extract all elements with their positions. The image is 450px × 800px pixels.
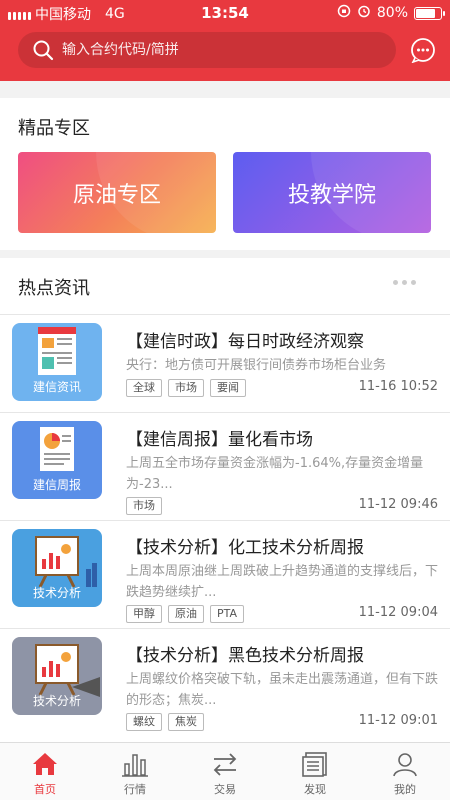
thumbnail-label: 建信周报: [32, 478, 81, 492]
alarm-icon: [357, 4, 371, 22]
news-title: 【建信周报】量化看市场: [126, 430, 313, 450]
tag[interactable]: 市场: [168, 379, 204, 397]
investor-education-card-label: 投教学院: [287, 182, 376, 208]
tab-label: 我的: [394, 783, 416, 796]
rotation-lock-icon: [337, 4, 351, 22]
tag[interactable]: PTA: [210, 605, 245, 623]
tab-mine[interactable]: 我的: [360, 743, 450, 800]
news-item[interactable]: 技术分析 【技术分析】化工技术分析周报 上周本周原油继上周跌破上升趋势通道的支撑…: [0, 520, 450, 628]
tag-list: 全球 市场 要闻: [126, 379, 246, 397]
news-summary: 上周五全市场存量资金涨幅为-1.64%,存量资金增量为-23...: [126, 456, 424, 492]
search-input[interactable]: [62, 42, 362, 58]
battery-percent: 80%: [376, 5, 408, 21]
tag[interactable]: 原油: [168, 605, 204, 623]
news-time: 11-16 10:52: [358, 379, 438, 394]
more-icon[interactable]: [393, 280, 416, 285]
section-title-premium: 精品专区: [18, 118, 90, 139]
message-icon[interactable]: [410, 37, 436, 63]
hot-news-section: 热点资讯 建信资讯 【建信时政】每日时政经济观察 央行：地方债可开展银行间债券市…: [0, 258, 450, 742]
tab-label: 首页: [34, 783, 56, 796]
news-summary: 上周本周原油继上周跌破上升趋势通道的支撑线后，下跌趋势继续扩...: [126, 564, 438, 600]
section-title-news: 热点资讯: [18, 278, 90, 299]
crude-oil-card-label: 原油专区: [72, 182, 161, 208]
thumbnail-label: 技术分析: [32, 586, 81, 600]
news-thumbnail: 建信资讯: [12, 323, 102, 401]
search-bar[interactable]: [18, 32, 396, 68]
news-time: 11-12 09:04: [358, 605, 438, 620]
app-header: 中国移动 4G 13:54 80%: [0, 0, 450, 81]
crude-oil-card[interactable]: 原油专区: [18, 152, 216, 233]
bottom-tab-bar: 首页 行情 交易 发现 我的: [0, 742, 450, 800]
bar-chart-icon: [122, 754, 148, 777]
news-summary: 央行：地方债可开展银行间债券市场柜台业务: [126, 358, 387, 373]
status-bar: 中国移动 4G 13:54 80%: [0, 0, 450, 26]
tab-label: 交易: [214, 783, 236, 796]
thumbnail-label: 建信资讯: [32, 380, 81, 394]
user-icon: [393, 753, 417, 777]
news-thumbnail: 技术分析: [12, 529, 102, 607]
tab-discover[interactable]: 发现: [270, 743, 360, 800]
tab-label: 发现: [304, 783, 326, 796]
premium-section: 精品专区 原油专区 投教学院: [0, 98, 450, 250]
news-summary: 上周螺纹价格突破下轨，虽未走出震荡通道，但有下跌的形态；焦炭...: [126, 672, 438, 708]
news-item[interactable]: 技术分析 【技术分析】黑色技术分析周报 上周螺纹价格突破下轨，虽未走出震荡通道，…: [0, 628, 450, 736]
news-title: 【技术分析】化工技术分析周报: [126, 538, 364, 558]
news-thumbnail: 技术分析: [12, 637, 102, 715]
news-item[interactable]: 建信周报 【建信周报】量化看市场 上周五全市场存量资金涨幅为-1.64%,存量资…: [0, 412, 450, 520]
news-icon: [302, 752, 327, 777]
tag[interactable]: 全球: [126, 379, 162, 397]
tag[interactable]: 甲醇: [126, 605, 162, 623]
news-title: 【建信时政】每日时政经济观察: [126, 332, 364, 352]
tab-label: 行情: [124, 783, 146, 796]
tag[interactable]: 要闻: [210, 379, 246, 397]
tag[interactable]: 市场: [126, 497, 162, 515]
tab-trade[interactable]: 交易: [180, 743, 270, 800]
tag[interactable]: 焦炭: [168, 713, 204, 731]
news-time: 11-12 09:01: [358, 713, 438, 728]
investor-education-card[interactable]: 投教学院: [233, 152, 431, 233]
tab-home[interactable]: 首页: [0, 743, 90, 800]
news-item[interactable]: 建信资讯 【建信时政】每日时政经济观察 央行：地方债可开展银行间债券市场柜台业务…: [0, 314, 450, 422]
tag-list: 螺纹 焦炭: [126, 713, 204, 731]
home-icon: [33, 753, 57, 775]
news-time: 11-12 09:46: [358, 497, 438, 512]
news-title: 【技术分析】黑色技术分析周报: [126, 646, 364, 666]
search-icon: [33, 40, 54, 61]
swap-icon: [213, 753, 237, 776]
thumbnail-label: 技术分析: [32, 694, 81, 708]
tab-market[interactable]: 行情: [90, 743, 180, 800]
tag-list: 市场: [126, 497, 162, 515]
news-thumbnail: 建信周报: [12, 421, 102, 499]
tag-list: 甲醇 原油 PTA: [126, 605, 245, 623]
battery-icon: [414, 6, 445, 20]
tag[interactable]: 螺纹: [126, 713, 162, 731]
